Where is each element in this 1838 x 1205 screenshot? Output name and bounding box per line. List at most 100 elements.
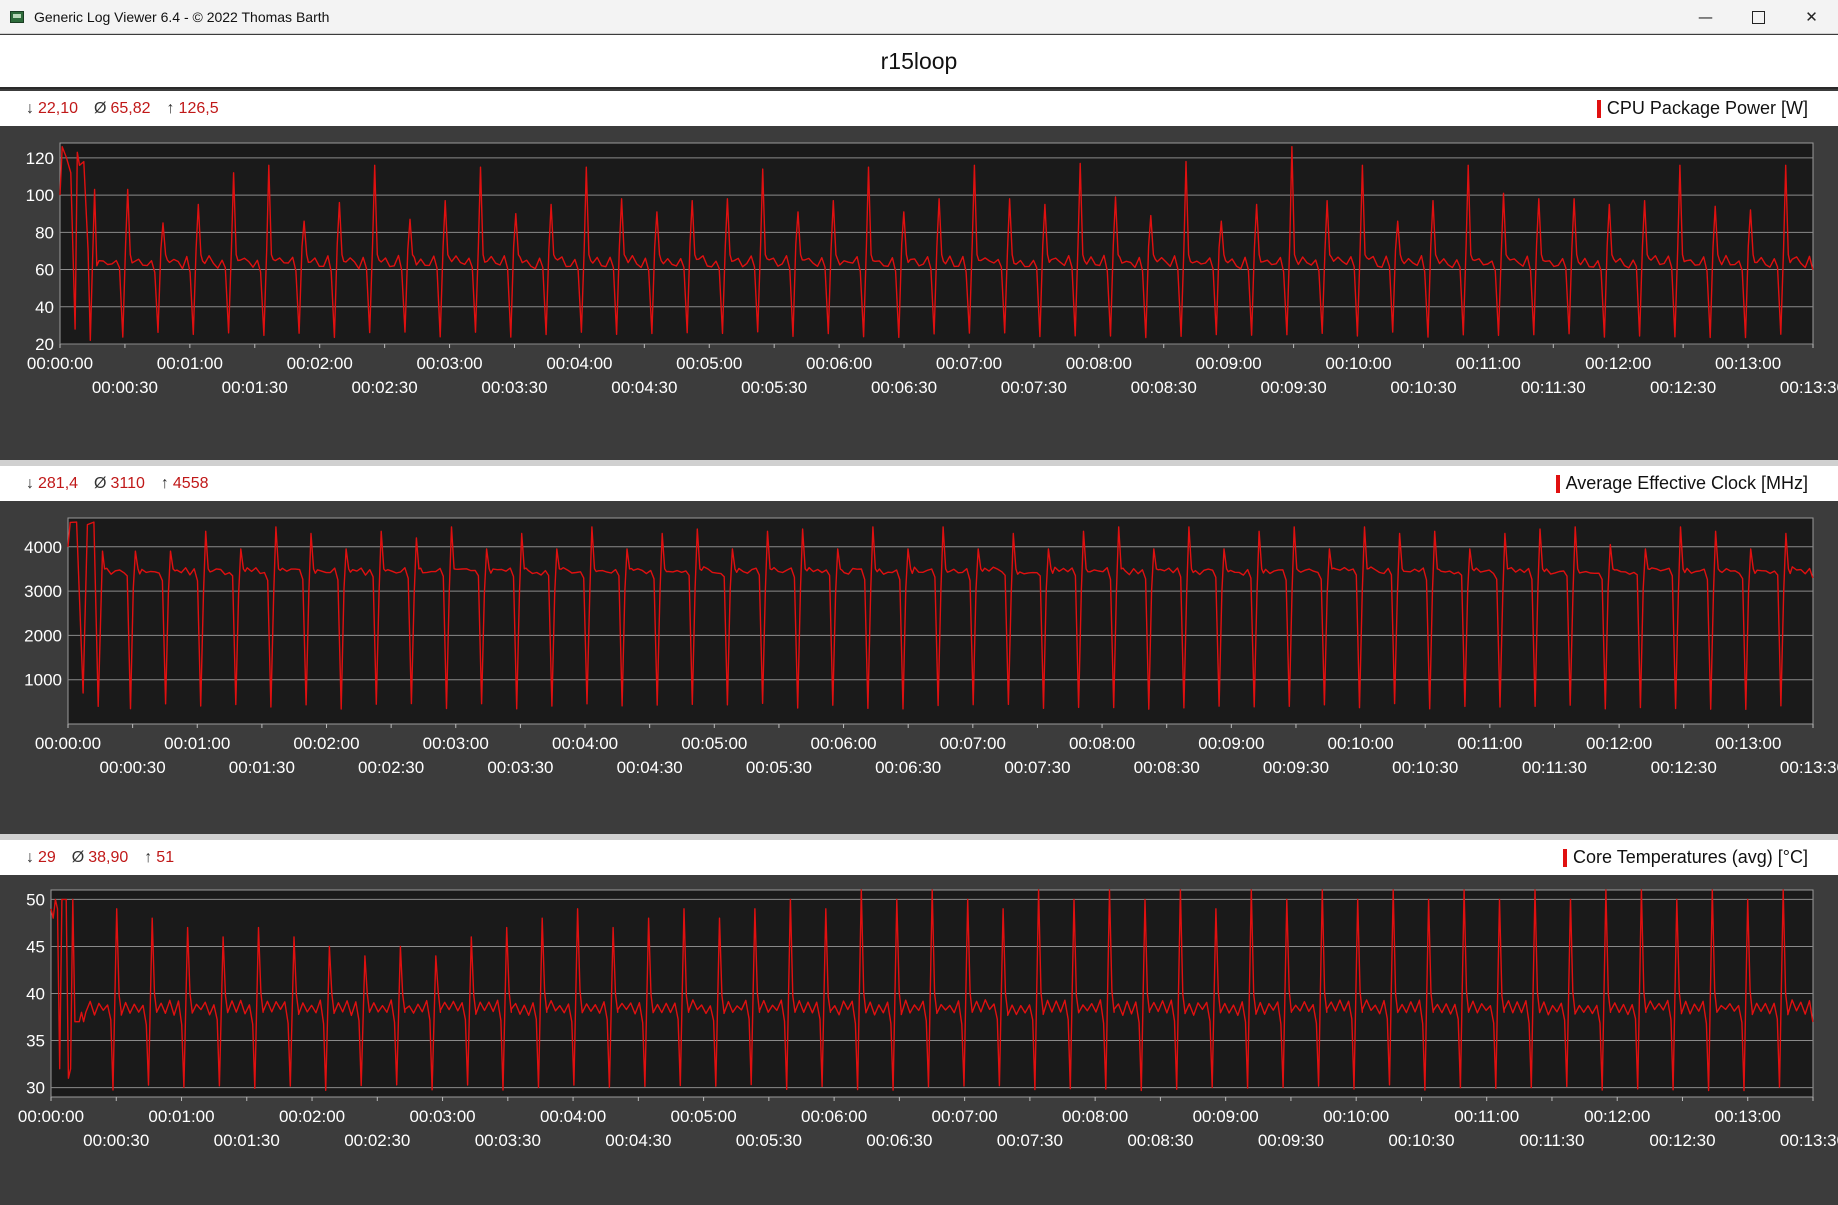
max-symbol: ↑ <box>166 99 175 117</box>
maximize-icon[interactable] <box>1732 0 1785 34</box>
x-tick-label: 00:13:00 <box>1715 734 1781 753</box>
x-tick-label: 00:08:00 <box>1062 1107 1128 1126</box>
x-tick-label: 00:08:30 <box>1134 758 1200 777</box>
x-tick-label: 00:09:30 <box>1263 758 1329 777</box>
y-tick-label: 60 <box>35 261 54 280</box>
x-tick-label: 00:12:30 <box>1649 1131 1715 1150</box>
x-tick-label: 00:03:30 <box>481 378 547 397</box>
y-tick-label: 80 <box>35 223 54 242</box>
stats: ↓ 281,4 Ø 3110 ↑ 4558 <box>26 466 225 501</box>
x-tick-label: 00:13:30 <box>1780 758 1838 777</box>
x-tick-label: 00:09:00 <box>1198 734 1264 753</box>
x-tick-label: 00:01:00 <box>164 734 230 753</box>
y-tick-label: 40 <box>35 298 54 317</box>
x-tick-label: 00:06:00 <box>801 1107 867 1126</box>
chart-panel-power: ↓ 22,10 Ø 65,82 ↑ 126,5 CPU Package Power [… <box>0 91 1838 460</box>
max-symbol: ↑ <box>144 848 153 866</box>
x-tick-label: 00:04:00 <box>546 354 612 373</box>
min-value: 29 <box>38 848 56 866</box>
x-tick-label: 00:02:00 <box>287 354 353 373</box>
x-tick-label: 00:07:30 <box>1004 758 1070 777</box>
min-symbol: ↓ <box>26 99 34 117</box>
sensor-name: Core Temperatures (avg) [°C] <box>1573 847 1808 867</box>
legend-swatch <box>1555 474 1560 493</box>
x-tick-label: 00:08:30 <box>1127 1131 1193 1150</box>
x-tick-label: 00:07:30 <box>1001 378 1067 397</box>
y-tick-label: 120 <box>26 149 54 168</box>
avg-value: 38,90 <box>88 848 129 866</box>
avg-symbol: Ø <box>94 99 107 117</box>
min-value: 281,4 <box>38 474 79 492</box>
x-tick-label: 00:13:30 <box>1780 378 1838 397</box>
y-tick-label: 4000 <box>24 538 62 557</box>
y-tick-label: 35 <box>26 1032 45 1051</box>
x-tick-label: 00:04:30 <box>611 378 677 397</box>
x-tick-label: 00:06:30 <box>871 378 937 397</box>
avg-value: 65,82 <box>110 99 151 117</box>
x-tick-label: 00:10:00 <box>1327 734 1393 753</box>
x-tick-label: 00:10:30 <box>1392 758 1458 777</box>
x-tick-label: 00:05:30 <box>741 378 807 397</box>
x-tick-label: 00:12:30 <box>1650 378 1716 397</box>
chart-panel-temp: ↓ 29 Ø 38,90 ↑ 51 Core Temperatures (avg) [… <box>0 840 1838 1200</box>
y-tick-label: 2000 <box>24 626 62 645</box>
x-tick-label: 00:01:00 <box>157 354 223 373</box>
x-tick-label: 00:08:00 <box>1069 734 1135 753</box>
sensor-label: Average Effective Clock [MHz] <box>1555 466 1808 501</box>
x-tick-label: 00:00:30 <box>100 758 166 777</box>
x-tick-label: 00:06:00 <box>806 354 872 373</box>
x-tick-label: 00:01:30 <box>222 378 288 397</box>
x-tick-label: 00:07:00 <box>932 1107 998 1126</box>
x-tick-label: 00:02:30 <box>344 1131 410 1150</box>
legend-swatch <box>1596 99 1601 118</box>
x-tick-label: 00:05:30 <box>746 758 812 777</box>
stats-bar: ↓ 281,4 Ø 3110 ↑ 4558 Average Effective Clo… <box>0 466 1838 501</box>
stat-min: ↓ 29 <box>26 849 56 867</box>
close-icon[interactable]: ✕ <box>1785 0 1838 34</box>
x-tick-label: 00:10:00 <box>1325 354 1391 373</box>
x-tick-label: 00:00:00 <box>27 354 93 373</box>
x-tick-label: 00:12:00 <box>1586 734 1652 753</box>
x-tick-label: 00:02:30 <box>358 758 424 777</box>
x-tick-label: 00:03:00 <box>423 734 489 753</box>
x-tick-label: 00:03:00 <box>416 354 482 373</box>
y-tick-label: 45 <box>26 937 45 956</box>
x-tick-label: 00:12:00 <box>1584 1107 1650 1126</box>
x-tick-label: 00:01:30 <box>214 1131 280 1150</box>
x-tick-label: 00:04:00 <box>552 734 618 753</box>
x-tick-label: 00:04:30 <box>617 758 683 777</box>
x-tick-label: 00:09:00 <box>1193 1107 1259 1126</box>
avg-value: 3110 <box>110 474 145 492</box>
x-tick-label: 00:06:30 <box>875 758 941 777</box>
x-tick-label: 00:00:30 <box>83 1131 149 1150</box>
x-tick-label: 00:05:00 <box>681 734 747 753</box>
x-tick-label: 00:12:00 <box>1585 354 1651 373</box>
app-icon <box>10 10 24 23</box>
x-tick-label: 00:11:30 <box>1520 1131 1585 1150</box>
max-value: 126,5 <box>178 99 219 117</box>
clock-chart: 1000 2000 3000 4000 00:00:00 00:01:00 00:02:00… <box>24 517 1838 777</box>
y-tick-label: 100 <box>26 186 54 205</box>
stat-min: ↓ 281,4 <box>26 475 78 493</box>
window-title: Generic Log Viewer 6.4 - © 2022 Thomas B… <box>34 8 330 25</box>
x-tick-label: 00:10:00 <box>1323 1107 1389 1126</box>
x-tick-label: 00:04:00 <box>540 1107 606 1126</box>
stat-max: ↑ 126,5 <box>167 100 219 118</box>
legend-swatch <box>1563 848 1568 867</box>
avg-symbol: Ø <box>94 474 107 492</box>
x-tick-label: 00:11:00 <box>1454 1107 1519 1126</box>
minimize-icon[interactable]: — <box>1679 0 1732 34</box>
document-title: r15loop <box>0 35 1838 89</box>
x-tick-label: 00:11:30 <box>1521 378 1586 397</box>
x-tick-label: 00:00:30 <box>92 378 158 397</box>
stat-avg: Ø 65,82 <box>94 100 151 118</box>
x-tick-label: 00:03:00 <box>409 1107 475 1126</box>
x-tick-label: 00:06:00 <box>810 734 876 753</box>
min-symbol: ↓ <box>26 848 34 866</box>
x-tick-label: 00:02:00 <box>293 734 359 753</box>
stats-bar: ↓ 22,10 Ø 65,82 ↑ 126,5 CPU Package Power [… <box>0 91 1838 126</box>
x-tick-label: 00:11:00 <box>1457 734 1522 753</box>
y-tick-label: 1000 <box>24 671 62 690</box>
x-tick-label: 00:07:00 <box>940 734 1006 753</box>
x-tick-label: 00:05:00 <box>676 354 742 373</box>
